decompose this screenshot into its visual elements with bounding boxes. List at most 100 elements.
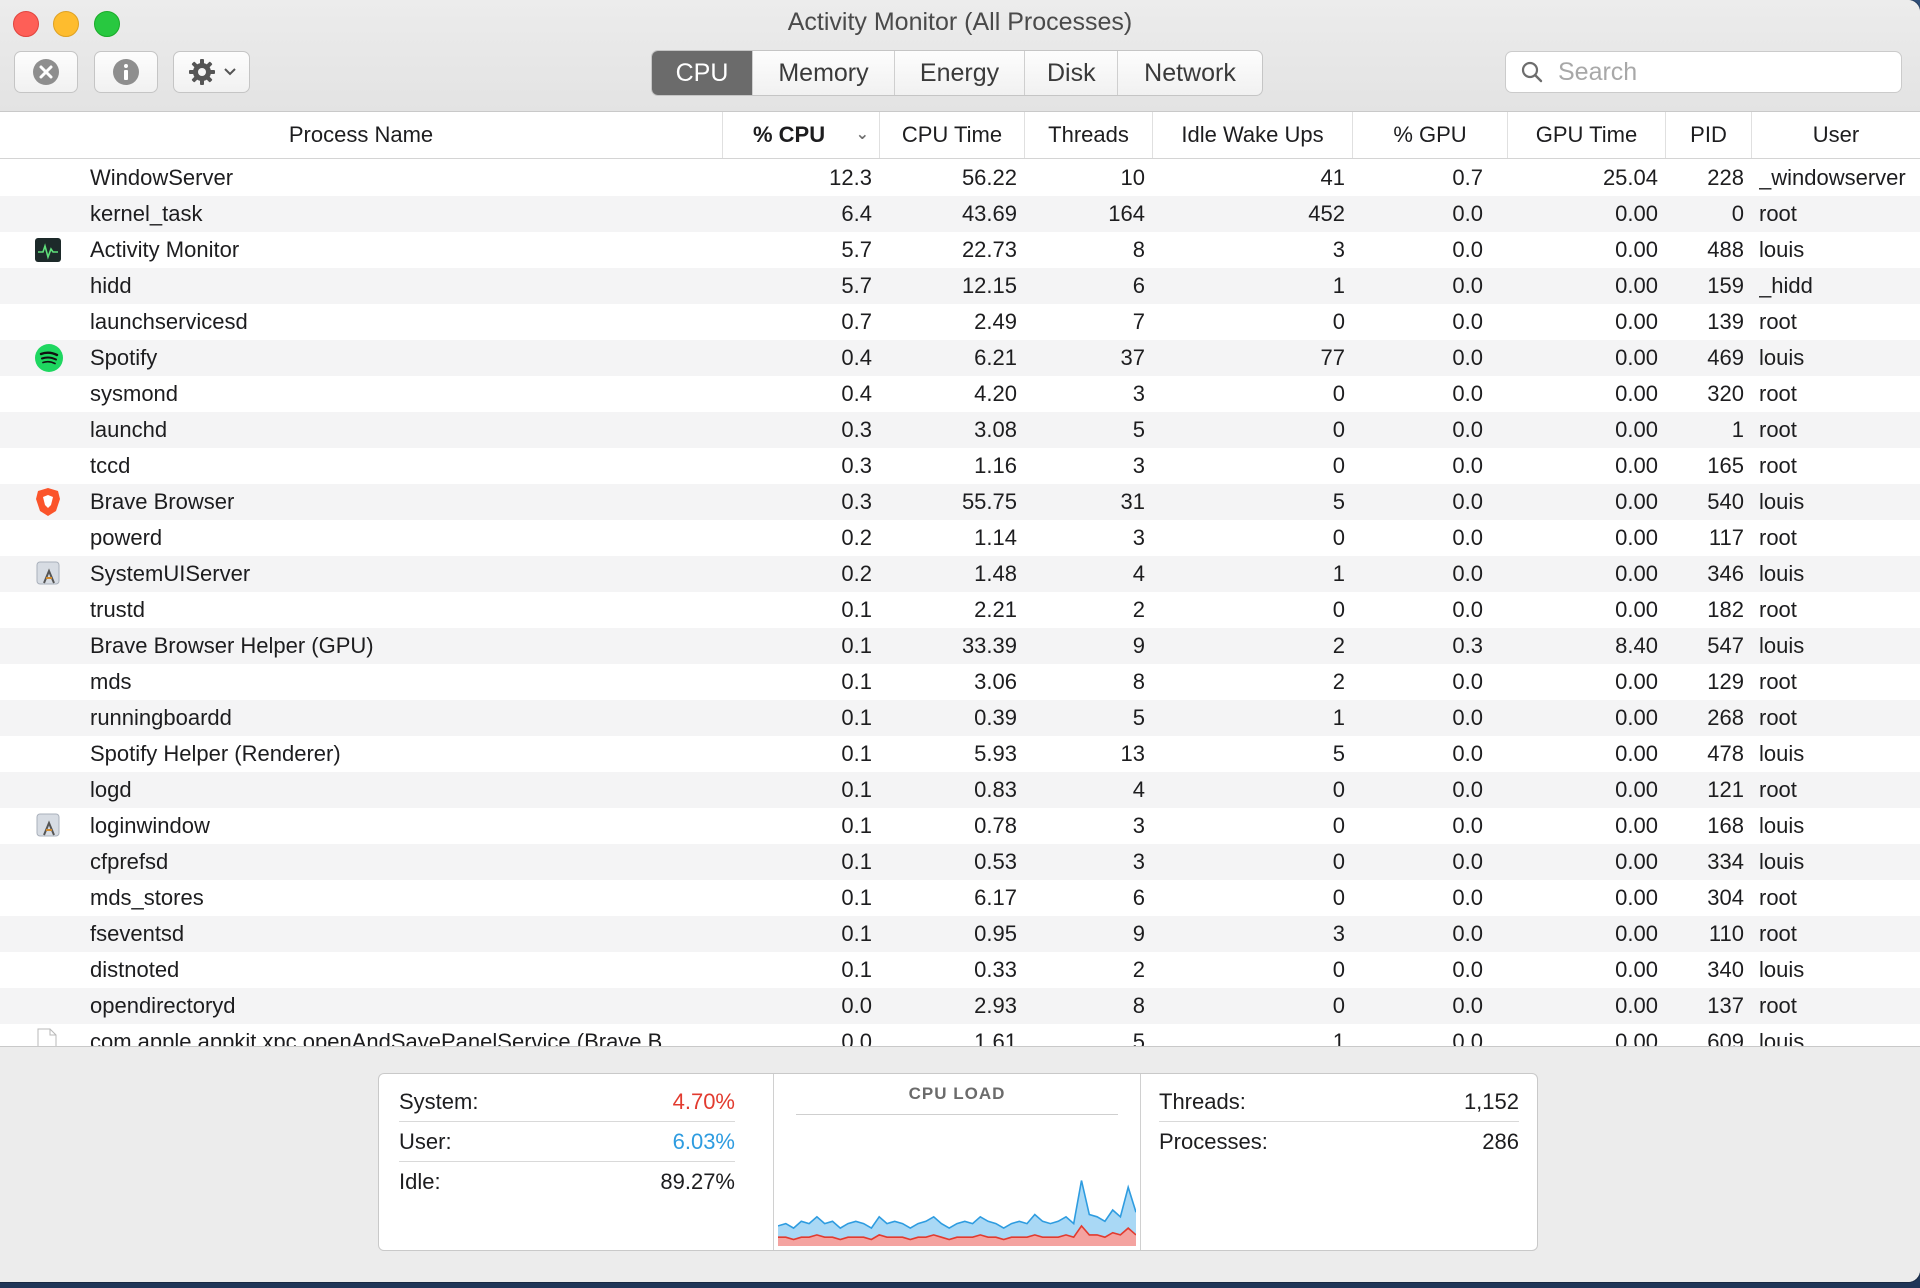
cpu-time-cell: 2.93 [974,993,1017,1018]
column-header-pid[interactable]: PID [1666,112,1752,158]
table-row[interactable]: Brave Browser Helper (GPU) 0.1 33.39 9 2 0.3 8… [0,628,1920,664]
gpu-time-cell: 0.00 [1615,309,1658,334]
table-row[interactable]: kernel_task 6.4 43.69 164 452 0.0 0.00 0 root [0,196,1920,232]
gpu-time-cell: 0.00 [1615,201,1658,226]
cpu-time-cell: 56.22 [961,165,1017,190]
system-value: 4.70% [672,1089,735,1114]
column-header-cpu[interactable]: % CPU ⌄ [723,112,880,158]
gpu-time-cell: 0.00 [1615,489,1658,514]
table-row[interactable]: mds 0.1 3.06 8 2 0.0 0.00 129 root [0,664,1920,700]
column-header-gpu-time[interactable]: GPU Time [1508,112,1666,158]
column-header-idle-wake-ups[interactable]: Idle Wake Ups [1153,112,1353,158]
search-input[interactable] [1556,56,1880,88]
tab-cpu[interactable]: CPU [652,51,752,95]
pid-cell: 228 [1707,165,1744,190]
tab-energy[interactable]: Energy [894,51,1024,95]
gpu-time-cell: 0.00 [1615,777,1658,802]
table-row[interactable]: WindowServer 12.3 56.22 10 41 0.7 25.04 228 _win… [0,160,1920,196]
tab-network[interactable]: Network [1117,51,1262,95]
gpu-cell: 0.0 [1452,453,1483,478]
table-row[interactable]: Spotify 0.4 6.21 37 77 0.0 0.00 469 louis [0,340,1920,376]
table-row[interactable]: runningboardd 0.1 0.39 5 1 0.0 0.00 268 root [0,700,1920,736]
table-row[interactable]: Brave Browser 0.3 55.75 31 5 0.0 0.00 540 louis [0,484,1920,520]
table-row[interactable]: distnoted 0.1 0.33 2 0 0.0 0.00 340 louis [0,952,1920,988]
user-cell: louis [1759,237,1805,262]
threads-cell: 3 [1132,453,1145,478]
process-name-cell: loginwindow [90,813,210,838]
pid-cell: 304 [1707,885,1744,910]
chevron-down-icon [223,68,236,76]
tab-memory[interactable]: Memory [752,51,894,95]
processes-value: 286 [1482,1129,1519,1154]
threads-cell: 8 [1132,237,1145,262]
gpu-cell: 0.7 [1452,165,1483,190]
process-name-cell: Brave Browser [90,489,235,514]
user-cell: louis [1759,1029,1805,1046]
gpu-cell: 0.0 [1452,417,1483,442]
user-cell: _hidd [1759,273,1813,298]
gpu-time-cell: 0.00 [1615,345,1658,370]
gpu-time-cell: 0.00 [1615,849,1658,874]
threads-cell: 3 [1132,381,1145,406]
user-cell: louis [1759,633,1805,658]
process-name-cell: cfprefsd [90,849,169,874]
process-list[interactable]: WindowServer 12.3 56.22 10 41 0.7 25.04 228 _win… [0,160,1920,1046]
actions-menu-button[interactable] [173,51,250,93]
cpu-cell: 12.3 [829,165,872,190]
stop-process-button[interactable] [14,51,78,93]
user-cell: root [1759,525,1797,550]
table-row[interactable]: opendirectoryd 0.0 2.93 8 0 0.0 0.00 137 root [0,988,1920,1024]
idle-wake-ups-cell: 0 [1332,777,1345,802]
table-row[interactable]: SystemUIServer 0.2 1.48 4 1 0.0 0.00 346 louis [0,556,1920,592]
user-cell: louis [1759,957,1805,982]
cpu-time-cell: 6.21 [974,345,1017,370]
gpu-time-cell: 8.40 [1615,633,1658,658]
gpu-cell: 0.0 [1452,345,1483,370]
gpu-time-cell: 25.04 [1602,165,1658,190]
table-row[interactable]: tccd 0.3 1.16 3 0 0.0 0.00 165 root [0,448,1920,484]
column-header-process-name[interactable]: Process Name [0,112,723,158]
view-tabs: CPU Memory Energy Disk Network [651,50,1263,96]
table-row[interactable]: loginwindow 0.1 0.78 3 0 0.0 0.00 168 louis [0,808,1920,844]
gpu-cell: 0.0 [1452,273,1483,298]
inspect-process-button[interactable] [94,51,158,93]
table-row[interactable]: cfprefsd 0.1 0.53 3 0 0.0 0.00 334 louis [0,844,1920,880]
cpu-cell: 0.7 [841,309,872,334]
cpu-summary-area: System: 4.70% User: 6.03% Idle: 89.27% C… [0,1046,1920,1282]
table-row[interactable]: fseventsd 0.1 0.95 9 3 0.0 0.00 110 root [0,916,1920,952]
table-row[interactable]: powerd 0.2 1.14 3 0 0.0 0.00 117 root [0,520,1920,556]
pid-cell: 139 [1707,309,1744,334]
table-row[interactable]: sysmond 0.4 4.20 3 0 0.0 0.00 320 root [0,376,1920,412]
column-header-gpu[interactable]: % GPU [1353,112,1508,158]
table-row[interactable]: Spotify Helper (Renderer) 0.1 5.93 13 5 0.0 0.… [0,736,1920,772]
window-title: Activity Monitor (All Processes) [787,8,1133,36]
gpu-time-cell: 0.00 [1615,381,1658,406]
table-row[interactable]: com.apple.appkit.xpc.openAndSavePanelSer… [0,1024,1920,1046]
table-row[interactable]: hidd 5.7 12.15 6 1 0.0 0.00 159 _hidd [0,268,1920,304]
gpu-cell: 0.0 [1452,1029,1483,1046]
cpu-cell: 0.4 [841,381,872,406]
column-header-threads[interactable]: Threads [1025,112,1153,158]
table-row[interactable]: trustd 0.1 2.21 2 0 0.0 0.00 182 root [0,592,1920,628]
search-field[interactable] [1505,51,1902,93]
table-row[interactable]: launchd 0.3 3.08 5 0 0.0 0.00 1 root [0,412,1920,448]
tab-disk[interactable]: Disk [1024,51,1117,95]
cpu-usage-stats: System: 4.70% User: 6.03% Idle: 89.27% [399,1082,735,1201]
idle-value: 89.27% [660,1169,735,1194]
idle-wake-ups-cell: 1 [1332,561,1345,586]
gpu-time-cell: 0.00 [1615,705,1658,730]
pid-cell: 1 [1731,417,1744,442]
column-header-user[interactable]: User [1752,112,1920,158]
table-row[interactable]: logd 0.1 0.83 4 0 0.0 0.00 121 root [0,772,1920,808]
pid-cell: 137 [1707,993,1744,1018]
gpu-cell: 0.0 [1452,741,1483,766]
table-row[interactable]: mds_stores 0.1 6.17 6 0 0.0 0.00 304 root [0,880,1920,916]
idle-wake-ups-cell: 0 [1332,381,1345,406]
column-header-cpu-time[interactable]: CPU Time [880,112,1025,158]
process-name-cell: SystemUIServer [90,561,251,586]
cpu-time-cell: 0.78 [974,813,1017,838]
table-row[interactable]: Activity Monitor 5.7 22.73 8 3 0.0 0.00 488 loui… [0,232,1920,268]
table-row[interactable]: launchservicesd 0.7 2.49 7 0 0.0 0.00 139 root [0,304,1920,340]
idle-wake-ups-cell: 0 [1332,813,1345,838]
pid-cell: 110 [1708,921,1744,946]
